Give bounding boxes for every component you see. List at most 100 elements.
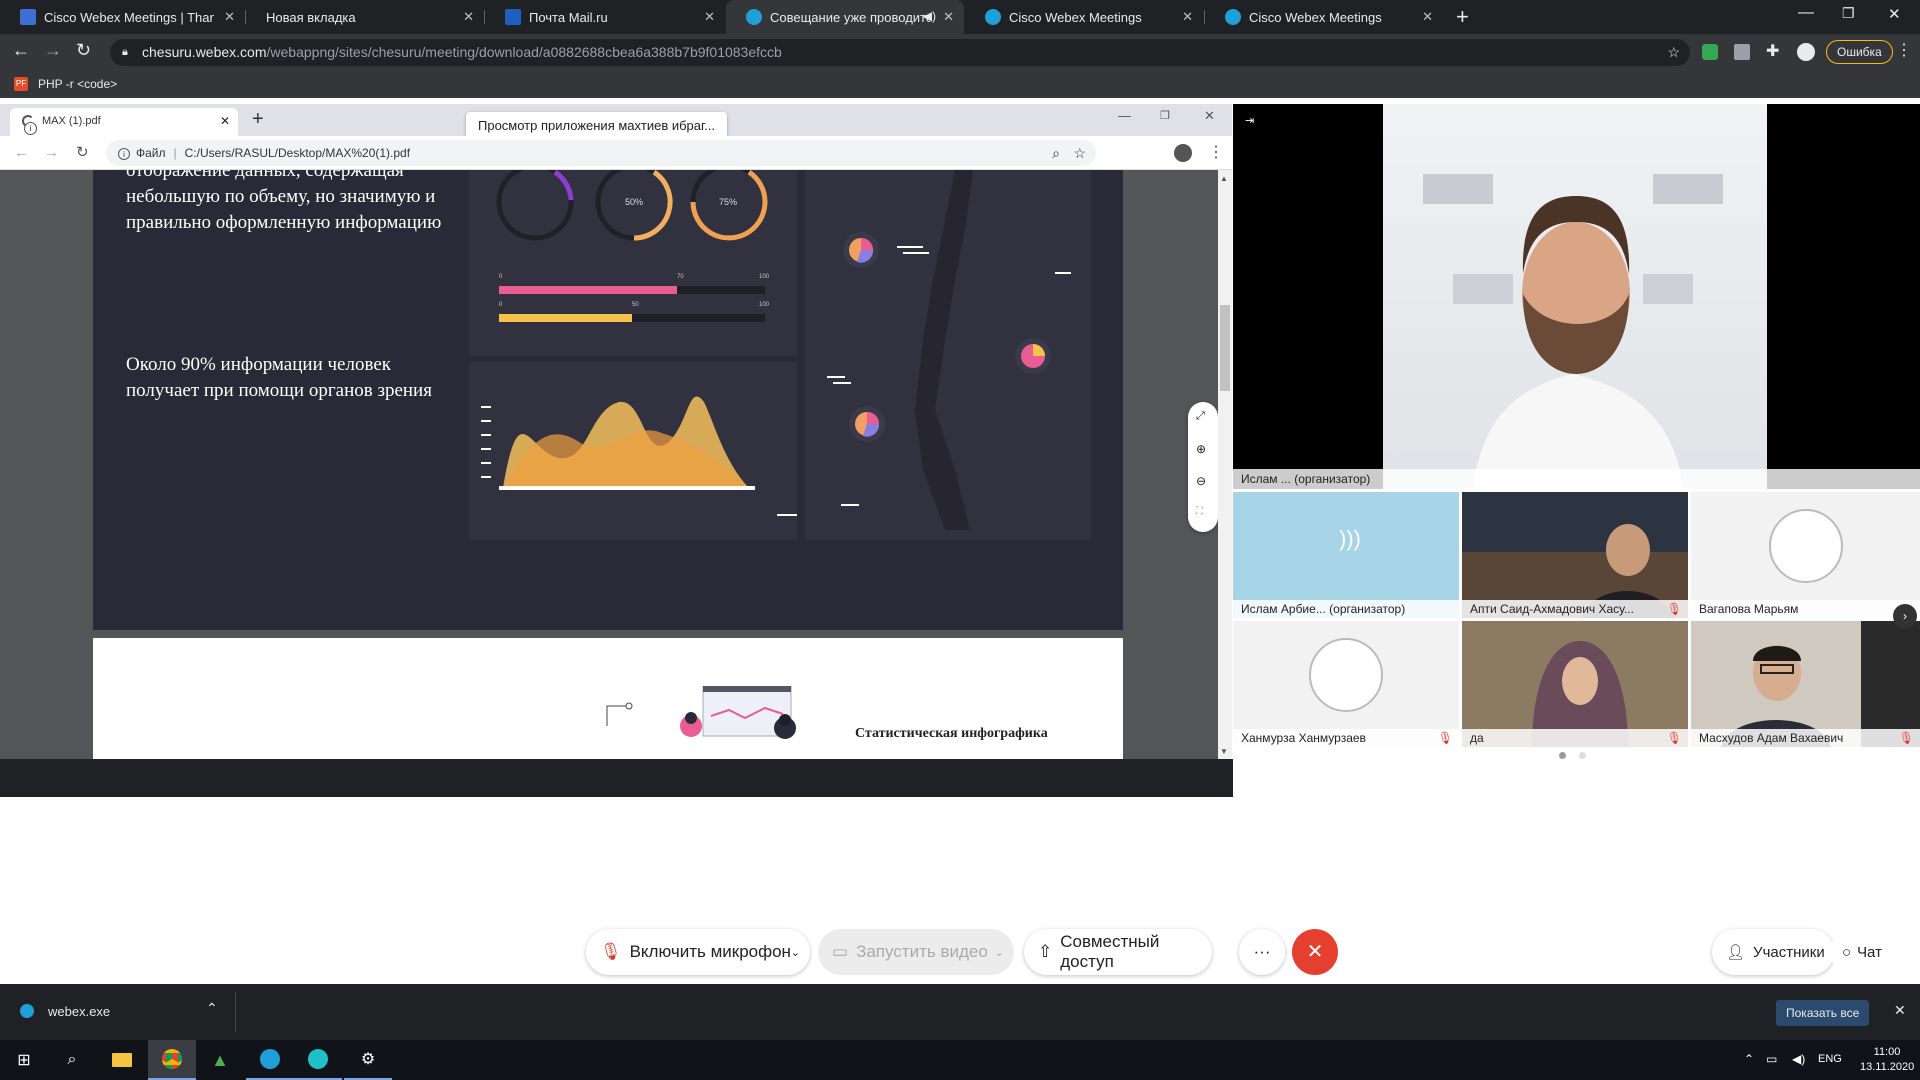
extension-shield-icon[interactable] bbox=[1702, 44, 1718, 60]
windows-start-icon[interactable]: ⊞ bbox=[0, 1040, 48, 1080]
network-icon[interactable]: ▭ bbox=[1766, 1052, 1777, 1066]
share-button[interactable]: ⇧ Совместный доступ bbox=[1024, 929, 1212, 975]
arduino-icon[interactable]: ▲ bbox=[196, 1040, 244, 1080]
leave-meeting-button[interactable]: ✕ bbox=[1292, 929, 1338, 975]
webex-meetings-taskbar-icon[interactable] bbox=[294, 1040, 342, 1080]
participants-button[interactable]: 👤︎ Участники bbox=[1712, 929, 1834, 975]
divider-line bbox=[777, 514, 797, 516]
menu-icon[interactable]: ⋮ bbox=[1896, 40, 1912, 60]
participant-tile[interactable]: Апти Саид-Ахмадович Хасу... 🎙︎ bbox=[1462, 492, 1688, 618]
tab-mail-ru[interactable]: Почта Mail.ru ✕ bbox=[485, 0, 725, 34]
close-icon[interactable]: ✕ bbox=[704, 9, 715, 25]
reload-icon[interactable]: ↻ bbox=[76, 143, 89, 161]
info-icon: i bbox=[24, 122, 37, 135]
close-icon[interactable]: ✕ bbox=[1894, 1002, 1906, 1019]
participant-tile[interactable]: Масхудов Адам Вахаевич 🎙︎ bbox=[1691, 621, 1920, 747]
zoom-in-icon[interactable]: ⊕ bbox=[1196, 442, 1206, 456]
page-dot[interactable] bbox=[1559, 752, 1566, 759]
inner-address-bar[interactable]: i Файл | C:/Users/RASUL/Desktop/MAX%20(1).p… bbox=[106, 140, 1096, 166]
share-bottom-bar bbox=[0, 759, 1233, 797]
participant-tile[interactable]: Ханмурза Ханмурзаев 🎙︎ bbox=[1233, 621, 1459, 747]
webex-taskbar-icon[interactable] bbox=[246, 1040, 294, 1080]
collapse-panel-icon[interactable]: ⇥ bbox=[1245, 114, 1254, 127]
start-video-button[interactable]: ▭ Запустить видео ⌄ bbox=[818, 929, 1014, 975]
tray-chevron-icon[interactable]: ⌃ bbox=[1744, 1052, 1754, 1066]
pdf-viewer[interactable]: отображение данных, содержащая небольшую… bbox=[0, 170, 1218, 759]
back-icon[interactable]: ← bbox=[12, 40, 30, 61]
star-icon[interactable]: ☆ bbox=[1073, 140, 1086, 166]
forward-icon[interactable]: → bbox=[44, 40, 62, 61]
gauges-panel: 50% 75% 0 70 100 0 50 100 bbox=[469, 170, 797, 356]
scrollbar[interactable]: ▲ ▼ bbox=[1218, 170, 1232, 759]
bookmark-php[interactable]: PHP -r <code> bbox=[38, 77, 117, 91]
puzzle-icon[interactable]: ✚ bbox=[1766, 41, 1779, 61]
close-icon[interactable]: ✕ bbox=[1182, 9, 1193, 25]
tab-webex-meetings-1[interactable]: Cisco Webex Meetings ✕ bbox=[965, 0, 1203, 34]
clock[interactable]: 11:00 13.11.2020 bbox=[1860, 1045, 1914, 1075]
tab-webex-meetings-2[interactable]: Cisco Webex Meetings ✕ bbox=[1205, 0, 1443, 34]
scroll-up-icon[interactable]: ▲ bbox=[1220, 174, 1228, 183]
menu-icon[interactable]: ⋮ bbox=[1208, 142, 1224, 162]
minimize-button[interactable]: — bbox=[1118, 108, 1131, 123]
star-icon[interactable]: ☆ bbox=[1667, 39, 1680, 66]
gauge-label: 50% bbox=[625, 197, 644, 207]
chrome-icon[interactable] bbox=[148, 1040, 196, 1080]
close-window-button[interactable]: ✕ bbox=[1204, 108, 1215, 124]
address-bar[interactable]: 🔒︎ chesuru.webex.com/webappng/sites/ches… bbox=[110, 39, 1690, 66]
extension-icon[interactable] bbox=[1734, 44, 1750, 60]
app-taskbar-icon[interactable]: ⚙ bbox=[344, 1040, 392, 1080]
restore-button[interactable]: ❐ bbox=[1160, 109, 1170, 122]
person-icon: 👤︎ bbox=[1726, 944, 1746, 961]
forward-icon[interactable]: → bbox=[44, 144, 59, 161]
profile-icon[interactable] bbox=[1797, 43, 1815, 61]
more-options-button[interactable]: ··· bbox=[1239, 929, 1285, 975]
chevron-down-icon[interactable]: ⌄ bbox=[791, 946, 800, 959]
participant-tile[interactable]: Вагапова Марьям bbox=[1691, 492, 1920, 618]
volume-icon[interactable]: ◀) bbox=[1792, 1052, 1805, 1066]
close-icon[interactable]: ✕ bbox=[1422, 9, 1433, 25]
zoom-icon[interactable]: ⌕ bbox=[1052, 140, 1060, 166]
page-dot[interactable] bbox=[1579, 752, 1586, 759]
tab-meeting-active[interactable]: Совещание уже проводитс ◀) ✕ bbox=[726, 0, 964, 34]
inner-tab-pdf[interactable]: MAX (1).pdf ✕ bbox=[10, 108, 238, 136]
speaker-icon[interactable]: ◀) bbox=[923, 9, 936, 23]
minimize-button[interactable]: — bbox=[1798, 4, 1814, 22]
active-speaker-video: ⇥ Ислам ... (организатор) bbox=[1233, 104, 1920, 489]
file-explorer-icon[interactable] bbox=[98, 1040, 146, 1080]
next-page-button[interactable]: › bbox=[1893, 604, 1917, 628]
search-icon[interactable]: ⌕ bbox=[48, 1040, 96, 1080]
language-indicator[interactable]: ENG bbox=[1818, 1053, 1842, 1065]
chevron-up-icon[interactable]: ⌃ bbox=[206, 1000, 218, 1017]
unmute-button[interactable]: 🎙︎ Включить микрофон ⌄ bbox=[586, 929, 810, 975]
browser-toolbar: ← → ↻ 🔒︎ chesuru.webex.com/webappng/site… bbox=[0, 34, 1920, 70]
reload-icon[interactable]: ↻ bbox=[76, 40, 91, 61]
fullscreen-icon[interactable]: ⛶ bbox=[1196, 506, 1203, 517]
scroll-thumb[interactable] bbox=[1220, 305, 1230, 391]
mic-muted-icon: 🎙︎ bbox=[1666, 602, 1682, 616]
bar-tick: 70 bbox=[677, 274, 684, 280]
new-tab-button[interactable]: + bbox=[252, 108, 264, 131]
close-icon[interactable]: ✕ bbox=[463, 9, 474, 25]
tab-webex-thank-you[interactable]: Cisco Webex Meetings | Thank yo ✕ bbox=[0, 0, 245, 34]
sync-error-button[interactable]: Ошибка bbox=[1826, 40, 1893, 64]
profile-icon[interactable] bbox=[1174, 144, 1192, 162]
restore-button[interactable]: ❐ bbox=[1842, 5, 1855, 22]
fit-page-icon[interactable]: ⤢ bbox=[1196, 410, 1205, 423]
zoom-out-icon[interactable]: ⊖ bbox=[1196, 474, 1206, 488]
close-icon[interactable]: ✕ bbox=[220, 114, 230, 128]
bar-tick: 0 bbox=[499, 302, 503, 308]
new-tab-button[interactable]: + bbox=[1456, 4, 1469, 30]
tab-new-tab[interactable]: Новая вкладка ✕ bbox=[246, 0, 484, 34]
chat-button[interactable]: ○ Чат bbox=[1830, 929, 1908, 975]
gauge-label: 75% bbox=[719, 197, 738, 207]
scroll-down-icon[interactable]: ▼ bbox=[1220, 747, 1228, 756]
close-window-button[interactable]: ✕ bbox=[1888, 5, 1901, 23]
show-all-button[interactable]: Показать все bbox=[1776, 1000, 1870, 1026]
close-icon[interactable]: ✕ bbox=[943, 9, 954, 25]
back-icon[interactable]: ← bbox=[14, 144, 29, 161]
download-item[interactable]: webex.exe bbox=[48, 1004, 110, 1019]
close-icon[interactable]: ✕ bbox=[224, 9, 235, 25]
participant-tile[interactable]: да 🎙︎ bbox=[1462, 621, 1688, 747]
participant-tile[interactable]: ))) Ислам Арбие... (организатор) bbox=[1233, 492, 1459, 618]
chevron-down-icon[interactable]: ⌄ bbox=[995, 946, 1004, 959]
